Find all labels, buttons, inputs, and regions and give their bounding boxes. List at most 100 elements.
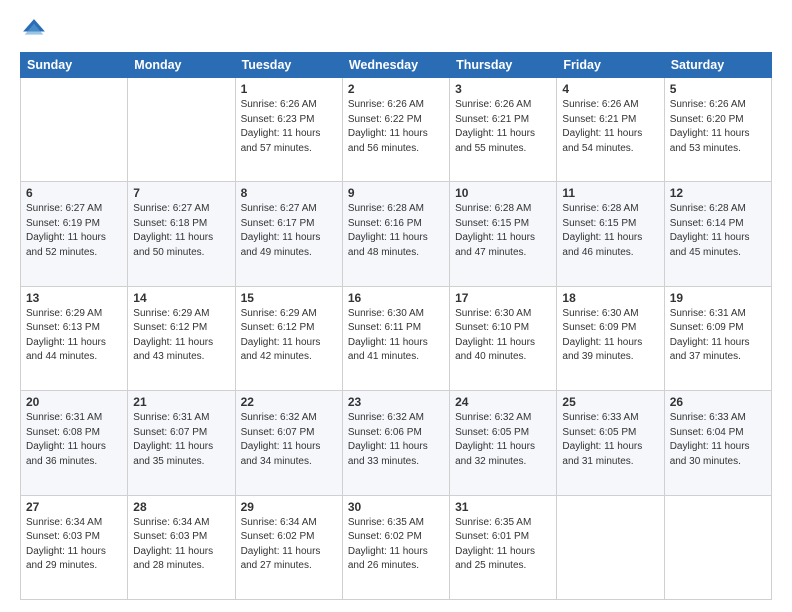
calendar-header-row: SundayMondayTuesdayWednesdayThursdayFrid… xyxy=(21,53,772,78)
calendar-cell: 8 Sunrise: 6:27 AMSunset: 6:17 PMDaylight… xyxy=(235,182,342,286)
calendar-cell: 28Sunrise: 6:34 AMSunset: 6:03 PMDayligh… xyxy=(128,495,235,599)
day-number: 29 xyxy=(241,500,337,514)
day-info: Sunrise: 6:35 AMSunset: 6:01 PMDaylight:… xyxy=(455,516,551,574)
day-info: Sunrise: 6:27 AMSunset: 6:17 PMDaylight:… xyxy=(241,202,337,260)
day-number: 9 xyxy=(348,186,444,200)
calendar-cell: 4 Sunrise: 6:26 AMSunset: 6:21 PMDaylight… xyxy=(557,78,664,182)
day-info: Sunrise: 6:27 AMSunset: 6:18 PMDaylight:… xyxy=(133,202,229,260)
logo-icon xyxy=(20,16,48,44)
day-info: Sunrise: 6:29 AMSunset: 6:12 PMDaylight:… xyxy=(241,307,337,365)
calendar-cell: 29 Sunrise: 6:34 AMSunset: 6:02 PMDayligh… xyxy=(235,495,342,599)
calendar-week-4: 20 Sunrise: 6:31 AMSunset: 6:08 PMDayligh… xyxy=(21,391,772,495)
day-info: Sunrise: 6:30 AMSunset: 6:11 PMDaylight:… xyxy=(348,307,444,365)
calendar-cell: 21 Sunrise: 6:31 AMSunset: 6:07 PMDayligh… xyxy=(128,391,235,495)
day-header-saturday: Saturday xyxy=(664,53,771,78)
calendar-cell: 23Sunrise: 6:32 AMSunset: 6:06 PMDayligh… xyxy=(342,391,449,495)
day-header-friday: Friday xyxy=(557,53,664,78)
day-info: Sunrise: 6:26 AMSunset: 6:21 PMDaylight:… xyxy=(562,98,658,156)
day-info: Sunrise: 6:28 AMSunset: 6:15 PMDaylight:… xyxy=(562,202,658,260)
calendar-cell: 13Sunrise: 6:29 AMSunset: 6:13 PMDayligh… xyxy=(21,286,128,390)
day-info: Sunrise: 6:31 AMSunset: 6:07 PMDaylight:… xyxy=(133,411,229,469)
day-header-wednesday: Wednesday xyxy=(342,53,449,78)
day-number: 14 xyxy=(133,291,229,305)
day-number: 8 xyxy=(241,186,337,200)
day-number: 5 xyxy=(670,82,766,96)
calendar-cell: 20 Sunrise: 6:31 AMSunset: 6:08 PMDayligh… xyxy=(21,391,128,495)
calendar-week-2: 6 Sunrise: 6:27 AMSunset: 6:19 PMDaylight… xyxy=(21,182,772,286)
day-info: Sunrise: 6:28 AMSunset: 6:15 PMDaylight:… xyxy=(455,202,551,260)
page: SundayMondayTuesdayWednesdayThursdayFrid… xyxy=(0,0,792,612)
day-number: 30 xyxy=(348,500,444,514)
calendar-week-3: 13Sunrise: 6:29 AMSunset: 6:13 PMDayligh… xyxy=(21,286,772,390)
calendar-cell: 26Sunrise: 6:33 AMSunset: 6:04 PMDayligh… xyxy=(664,391,771,495)
day-number: 18 xyxy=(562,291,658,305)
day-info: Sunrise: 6:32 AMSunset: 6:06 PMDaylight:… xyxy=(348,411,444,469)
day-number: 1 xyxy=(241,82,337,96)
day-number: 31 xyxy=(455,500,551,514)
day-info: Sunrise: 6:27 AMSunset: 6:19 PMDaylight:… xyxy=(26,202,122,260)
day-number: 24 xyxy=(455,395,551,409)
day-header-monday: Monday xyxy=(128,53,235,78)
calendar-cell: 15 Sunrise: 6:29 AMSunset: 6:12 PMDayligh… xyxy=(235,286,342,390)
day-number: 21 xyxy=(133,395,229,409)
day-number: 2 xyxy=(348,82,444,96)
day-info: Sunrise: 6:34 AMSunset: 6:03 PMDaylight:… xyxy=(133,516,229,574)
day-number: 6 xyxy=(26,186,122,200)
day-info: Sunrise: 6:30 AMSunset: 6:09 PMDaylight:… xyxy=(562,307,658,365)
day-header-sunday: Sunday xyxy=(21,53,128,78)
calendar-cell: 16 Sunrise: 6:30 AMSunset: 6:11 PMDayligh… xyxy=(342,286,449,390)
calendar-cell: 31 Sunrise: 6:35 AMSunset: 6:01 PMDayligh… xyxy=(450,495,557,599)
header xyxy=(20,16,772,44)
day-number: 7 xyxy=(133,186,229,200)
day-number: 20 xyxy=(26,395,122,409)
day-info: Sunrise: 6:31 AMSunset: 6:08 PMDaylight:… xyxy=(26,411,122,469)
day-info: Sunrise: 6:26 AMSunset: 6:21 PMDaylight:… xyxy=(455,98,551,156)
calendar-cell xyxy=(664,495,771,599)
day-info: Sunrise: 6:26 AMSunset: 6:20 PMDaylight:… xyxy=(670,98,766,156)
day-info: Sunrise: 6:32 AMSunset: 6:07 PMDaylight:… xyxy=(241,411,337,469)
calendar-cell: 7 Sunrise: 6:27 AMSunset: 6:18 PMDaylight… xyxy=(128,182,235,286)
day-number: 27 xyxy=(26,500,122,514)
calendar-cell: 19 Sunrise: 6:31 AMSunset: 6:09 PMDayligh… xyxy=(664,286,771,390)
calendar-cell: 24 Sunrise: 6:32 AMSunset: 6:05 PMDayligh… xyxy=(450,391,557,495)
calendar-cell xyxy=(128,78,235,182)
calendar-cell: 6 Sunrise: 6:27 AMSunset: 6:19 PMDaylight… xyxy=(21,182,128,286)
day-info: Sunrise: 6:28 AMSunset: 6:16 PMDaylight:… xyxy=(348,202,444,260)
calendar-week-5: 27 Sunrise: 6:34 AMSunset: 6:03 PMDayligh… xyxy=(21,495,772,599)
calendar-cell xyxy=(557,495,664,599)
calendar-cell: 5 Sunrise: 6:26 AMSunset: 6:20 PMDaylight… xyxy=(664,78,771,182)
day-info: Sunrise: 6:34 AMSunset: 6:02 PMDaylight:… xyxy=(241,516,337,574)
day-number: 12 xyxy=(670,186,766,200)
calendar-cell: 10 Sunrise: 6:28 AMSunset: 6:15 PMDayligh… xyxy=(450,182,557,286)
day-info: Sunrise: 6:32 AMSunset: 6:05 PMDaylight:… xyxy=(455,411,551,469)
day-number: 10 xyxy=(455,186,551,200)
day-info: Sunrise: 6:30 AMSunset: 6:10 PMDaylight:… xyxy=(455,307,551,365)
calendar-cell: 27 Sunrise: 6:34 AMSunset: 6:03 PMDayligh… xyxy=(21,495,128,599)
day-header-thursday: Thursday xyxy=(450,53,557,78)
day-number: 25 xyxy=(562,395,658,409)
calendar-cell: 17 Sunrise: 6:30 AMSunset: 6:10 PMDayligh… xyxy=(450,286,557,390)
calendar-cell: 1 Sunrise: 6:26 AMSunset: 6:23 PMDaylight… xyxy=(235,78,342,182)
day-info: Sunrise: 6:34 AMSunset: 6:03 PMDaylight:… xyxy=(26,516,122,574)
calendar: SundayMondayTuesdayWednesdayThursdayFrid… xyxy=(20,52,772,600)
day-info: Sunrise: 6:29 AMSunset: 6:13 PMDaylight:… xyxy=(26,307,122,365)
day-info: Sunrise: 6:26 AMSunset: 6:23 PMDaylight:… xyxy=(241,98,337,156)
day-info: Sunrise: 6:26 AMSunset: 6:22 PMDaylight:… xyxy=(348,98,444,156)
calendar-week-1: 1 Sunrise: 6:26 AMSunset: 6:23 PMDaylight… xyxy=(21,78,772,182)
day-number: 15 xyxy=(241,291,337,305)
calendar-cell: 3Sunrise: 6:26 AMSunset: 6:21 PMDaylight… xyxy=(450,78,557,182)
calendar-cell: 25Sunrise: 6:33 AMSunset: 6:05 PMDayligh… xyxy=(557,391,664,495)
logo xyxy=(20,16,52,44)
calendar-cell: 22 Sunrise: 6:32 AMSunset: 6:07 PMDayligh… xyxy=(235,391,342,495)
day-number: 19 xyxy=(670,291,766,305)
day-number: 16 xyxy=(348,291,444,305)
day-number: 4 xyxy=(562,82,658,96)
calendar-cell: 11 Sunrise: 6:28 AMSunset: 6:15 PMDayligh… xyxy=(557,182,664,286)
calendar-cell: 30Sunrise: 6:35 AMSunset: 6:02 PMDayligh… xyxy=(342,495,449,599)
day-info: Sunrise: 6:31 AMSunset: 6:09 PMDaylight:… xyxy=(670,307,766,365)
calendar-cell: 12Sunrise: 6:28 AMSunset: 6:14 PMDayligh… xyxy=(664,182,771,286)
day-number: 26 xyxy=(670,395,766,409)
day-number: 22 xyxy=(241,395,337,409)
day-number: 11 xyxy=(562,186,658,200)
day-number: 17 xyxy=(455,291,551,305)
